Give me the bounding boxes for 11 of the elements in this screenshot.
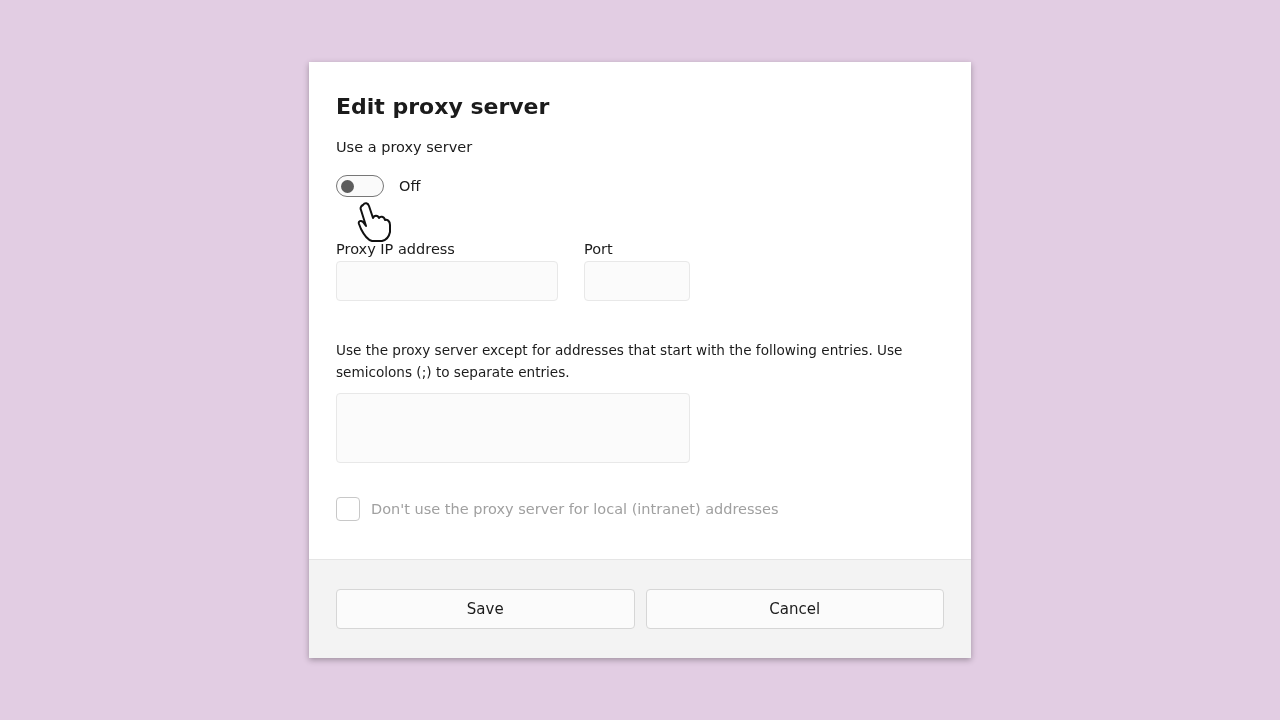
dialog-title: Edit proxy server — [336, 94, 551, 119]
dialog-button[interactable]: Save — [336, 589, 635, 629]
field-label: Port — [584, 240, 614, 259]
exceptions-description: Use the proxy server except for addresses that start with the following entries. Use semicolons (;) to separate entries. — [336, 341, 904, 382]
field-label: Proxy IP address — [336, 240, 456, 259]
switch-label: Use a proxy server — [336, 138, 474, 157]
switch-state: Off — [399, 177, 421, 196]
dialog-button[interactable]: Cancel — [645, 589, 944, 629]
checkbox-label: Don't use the proxy server for local (intranet) addresses — [371, 500, 779, 519]
toggle-switch[interactable] — [336, 175, 384, 197]
hand-pointer-icon — [357, 202, 391, 242]
